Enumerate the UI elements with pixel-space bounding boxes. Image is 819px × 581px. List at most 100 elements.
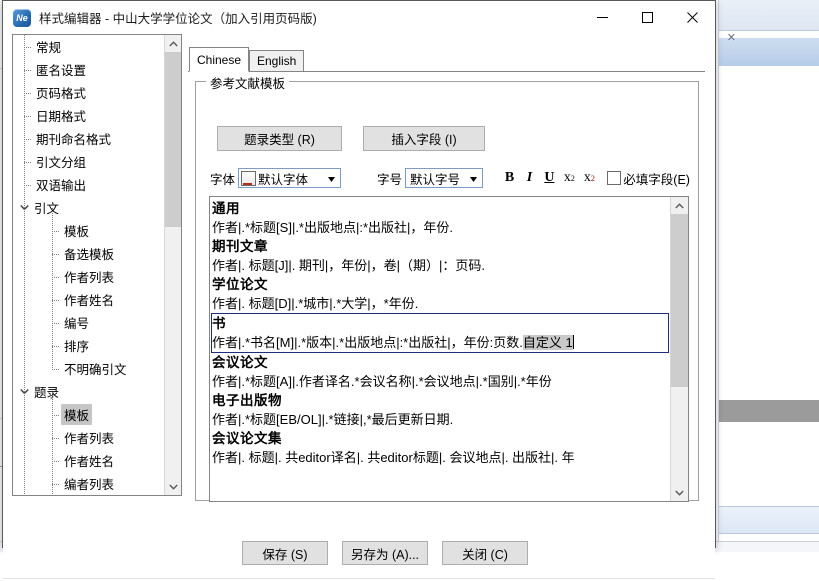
- template-block-body: 作者|.*书名[M]|.*版本|.*出版地点|:*出版社|，年份:页数.自定义 …: [212, 335, 574, 350]
- sidebar-item-8[interactable]: 模板: [13, 219, 165, 242]
- sidebar-item-label: 作者姓名: [64, 294, 115, 308]
- sidebar-item-4[interactable]: 期刊命名格式: [13, 127, 165, 150]
- sidebar-item-18[interactable]: 作者姓名: [13, 449, 165, 472]
- tab-chinese[interactable]: Chinese: [189, 47, 250, 72]
- template-block-heading: 书: [212, 316, 226, 331]
- tree-scroll-up-button[interactable]: [165, 35, 181, 52]
- minimize-button[interactable]: [580, 1, 625, 34]
- sidebar-item-label: 备选模板: [64, 248, 115, 262]
- template-block-3[interactable]: 书作者|.*书名[M]|.*版本|.*出版地点|:*出版社|，年份:页数.自定义…: [211, 313, 669, 353]
- template-block-body: 作者|. 标题|. 共editor译名|. 共editor标题|. 会议地点|.…: [212, 450, 575, 465]
- window-title: 样式编辑器 - 中山大学学位论文（加入引用页码版): [39, 12, 317, 26]
- template-editor-text[interactable]: 通用 作者|.*标题[S]|.*出版地点|:*出版社|，年份. 期刊文章 作者|. 标…: [210, 197, 672, 501]
- sidebar-item-label: 题录: [34, 386, 60, 400]
- sidebar-item-label: 页码格式: [36, 87, 87, 101]
- template-block-5[interactable]: 电子出版物 作者|.*标题[EB/OL]|.*链接|,*最后更新日期.: [212, 391, 668, 429]
- template-block-2[interactable]: 学位论文 作者|. 标题[D]|.*城市|.*大学|，*年份.: [212, 275, 668, 313]
- sidebar-item-19[interactable]: 编者列表: [13, 472, 165, 495]
- content-panel: Chinese English 参考文献模板 题录类型 (R) 插入字段 (I)…: [188, 36, 705, 512]
- settings-tree-panel[interactable]: 常规 匿名设置 页码格式 日期格式 期刊命名格式 引文分组 双语输出 引文 模板 备选模板 作者列表…: [12, 34, 182, 496]
- font-preview-icon: [241, 170, 257, 186]
- required-field-label: 必填字段(E): [623, 172, 690, 187]
- sidebar-item-13[interactable]: 排序: [13, 334, 165, 357]
- sidebar-item-15[interactable]: 题录: [13, 380, 165, 403]
- font-family-combo[interactable]: 默认字体: [238, 168, 341, 188]
- italic-button[interactable]: I: [519, 168, 539, 188]
- sidebar-item-label: 引文分组: [36, 156, 87, 170]
- sidebar-item-14[interactable]: 不明确引文: [13, 357, 165, 380]
- template-editor[interactable]: 通用 作者|.*标题[S]|.*出版地点|:*出版社|，年份. 期刊文章 作者|. 标…: [209, 196, 689, 502]
- font-family-value: 默认字体: [258, 172, 309, 187]
- checkbox-box[interactable]: [607, 171, 622, 185]
- editor-scroll-thumb[interactable]: [671, 214, 688, 387]
- subscript-base: x: [563, 170, 571, 185]
- maximize-button[interactable]: [625, 1, 670, 34]
- sidebar-item-label: 期刊命名格式: [36, 133, 112, 147]
- tree-tick: [24, 70, 31, 72]
- bg-close-icon: ✕: [726, 32, 736, 44]
- tree-scroll-thumb[interactable]: [165, 52, 181, 227]
- groupbox-title: 参考文献模板: [206, 73, 290, 92]
- template-block-4[interactable]: 会议论文作者|.*标题[A]|.作者译名.*会议名称|.*会议地点|.*国别|.…: [212, 353, 668, 391]
- dialog-footer: 保存 (S) 另存为 (A)... 关闭 (C): [3, 529, 715, 581]
- tab-english[interactable]: English: [249, 50, 305, 72]
- sidebar-item-7[interactable]: 引文: [13, 196, 165, 219]
- bg-right-titlebar: [719, 0, 819, 31]
- sidebar-item-0[interactable]: 常规: [13, 35, 165, 58]
- tree-scrollbar[interactable]: [164, 35, 181, 495]
- tree-tick: [24, 47, 31, 49]
- custom-field-token[interactable]: 自定义 1: [522, 335, 573, 350]
- sidebar-item-6[interactable]: 双语输出: [13, 173, 165, 196]
- sidebar-item-17[interactable]: 作者列表: [13, 426, 165, 449]
- chevron-down-icon: [327, 171, 335, 185]
- record-type-button[interactable]: 题录类型 (R): [217, 126, 342, 151]
- template-block-1[interactable]: 期刊文章 作者|. 标题[J]|. 期刊|，年份|，卷|（期）|：页码.: [212, 237, 668, 275]
- template-block-0[interactable]: 通用 作者|.*标题[S]|.*出版地点|:*出版社|，年份.: [212, 199, 668, 237]
- settings-tree: 常规 匿名设置 页码格式 日期格式 期刊命名格式 引文分组 双语输出 引文 模板 备选模板 作者列表…: [13, 35, 165, 495]
- footer-divider: [3, 578, 715, 579]
- close-dialog-button[interactable]: 关闭 (C): [442, 541, 528, 565]
- sidebar-item-1[interactable]: 匿名设置: [13, 58, 165, 81]
- sidebar-item-20[interactable]: 编者姓名: [13, 495, 165, 496]
- sidebar-item-label: 不明确引文: [64, 363, 127, 377]
- sidebar-item-3[interactable]: 日期格式: [13, 104, 165, 127]
- template-block-body: 作者|.*标题[A]|.作者译名.*会议名称|.*会议地点|.*国别|.*年份: [212, 374, 552, 389]
- superscript-button[interactable]: x2: [579, 168, 599, 188]
- sidebar-item-12[interactable]: 编号: [13, 311, 165, 334]
- tree-scroll-down-button[interactable]: [165, 478, 181, 495]
- sidebar-item-2[interactable]: 页码格式: [13, 81, 165, 104]
- template-block-6[interactable]: 会议论文集 作者|. 标题|. 共editor译名|. 共editor标题|. 会…: [212, 429, 668, 467]
- editor-scroll-down-button[interactable]: [671, 484, 688, 501]
- background-right-panel: ✕: [718, 0, 819, 552]
- tab-chinese-label: Chinese: [197, 52, 242, 67]
- template-block-body: 作者|.*标题[EB/OL]|.*链接|,*最后更新日期.: [212, 412, 454, 427]
- window-controls: [580, 1, 715, 34]
- template-block-heading: 期刊文章: [212, 239, 268, 254]
- bg-right-footer: [719, 506, 819, 534]
- sidebar-item-16[interactable]: 模板: [13, 403, 165, 426]
- close-button[interactable]: [670, 1, 715, 34]
- sidebar-item-11[interactable]: 作者姓名: [13, 288, 165, 311]
- tree-tick: [24, 93, 31, 95]
- sidebar-item-5[interactable]: 引文分组: [13, 150, 165, 173]
- editor-scroll-up-button[interactable]: [671, 197, 688, 214]
- bold-button[interactable]: B: [500, 168, 520, 188]
- sidebar-item-9[interactable]: 备选模板: [13, 242, 165, 265]
- required-field-checkbox[interactable]: 必填字段(E): [607, 169, 690, 188]
- underline-button[interactable]: U: [539, 168, 559, 188]
- titlebar[interactable]: Ne 样式编辑器 - 中山大学学位论文（加入引用页码版): [3, 1, 715, 34]
- editor-scrollbar[interactable]: [670, 197, 688, 501]
- sidebar-item-label: 常规: [36, 41, 62, 55]
- save-button[interactable]: 保存 (S): [242, 541, 328, 565]
- superscript-index: 2: [590, 173, 595, 183]
- insert-field-button[interactable]: 插入字段 (I): [363, 126, 485, 151]
- tab-english-label: English: [257, 54, 297, 68]
- sidebar-item-label: 模板: [61, 404, 93, 425]
- subscript-index: 2: [570, 173, 575, 183]
- subscript-button[interactable]: x2: [559, 168, 579, 188]
- font-size-combo[interactable]: 默认字号: [405, 168, 484, 188]
- template-block-heading: 会议论文: [212, 355, 268, 370]
- tree-tick: [24, 185, 31, 187]
- sidebar-item-10[interactable]: 作者列表: [13, 265, 165, 288]
- save-as-button[interactable]: 另存为 (A)...: [342, 541, 428, 565]
